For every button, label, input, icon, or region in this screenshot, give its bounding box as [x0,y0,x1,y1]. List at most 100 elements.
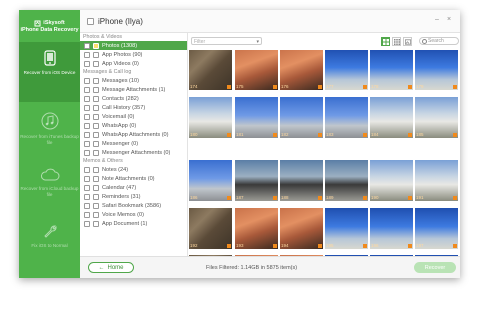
photo-checkbox[interactable] [363,133,367,137]
photo-thumbnail[interactable]: 194 [280,208,323,249]
recover-button[interactable]: Recover [414,262,456,273]
photo-thumbnail[interactable]: 188 [280,160,323,201]
category-checkbox[interactable] [84,193,90,200]
photo-thumbnail[interactable]: 196 [370,208,413,249]
photo-checkbox[interactable] [318,133,322,137]
photo-checkbox[interactable] [273,244,277,248]
category-checkbox[interactable] [84,60,90,67]
category-whatsapp-attachments[interactable]: WhatsApp Attachments (0) [80,130,187,139]
category-checkbox[interactable] [84,95,90,102]
category-message-attachments[interactable]: Message Attachments (1) [80,85,187,94]
large-thumbnail-view-button[interactable] [381,37,390,46]
photo-checkbox[interactable] [408,85,412,89]
category-checkbox[interactable] [84,149,90,156]
photo-checkbox[interactable] [227,196,231,200]
photo-checkbox[interactable] [318,244,322,248]
home-button[interactable]: ← Home [88,262,134,273]
category-whatsapp[interactable]: WhatsApp (0) [80,121,187,130]
category-messenger-attachments[interactable]: Messenger Attachments (0) [80,148,187,157]
photo-checkbox[interactable] [408,133,412,137]
category-photos[interactable]: Photos (1308) [80,41,187,50]
category-app-videos[interactable]: App Videos (0) [80,59,187,68]
photo-thumbnail[interactable]: 174 [189,50,232,90]
photo-thumbnail[interactable]: 184 [370,97,413,138]
category-checkbox[interactable] [84,211,90,218]
search-input[interactable]: Search [419,37,459,45]
category-notes[interactable]: Notes (24) [80,165,187,174]
mode-recover-icloud-backup[interactable]: Recover from iCloud backup file [19,160,80,220]
photo-checkbox[interactable] [318,85,322,89]
category-checkbox[interactable] [84,113,90,120]
category-checkbox[interactable] [84,140,90,147]
photo-thumbnail[interactable]: 181 [235,97,278,138]
photo-thumbnail[interactable]: 187 [235,160,278,201]
detail-view-button[interactable] [403,37,412,46]
category-app-photos[interactable]: App Photos (90) [80,50,187,59]
category-checkbox[interactable] [84,220,90,227]
photo-thumbnail[interactable]: 183 [325,97,368,138]
category-checkbox[interactable] [84,184,90,191]
photo-thumbnail[interactable]: 175 [235,50,278,90]
photo-checkbox[interactable] [318,196,322,200]
photo-checkbox[interactable] [453,133,457,137]
category-messenger[interactable]: Messenger (0) [80,139,187,148]
photo-checkbox[interactable] [363,196,367,200]
photo-checkbox[interactable] [273,85,277,89]
category-checkbox[interactable] [84,122,90,129]
category-voice-memos[interactable]: Voice Memos (0) [80,210,187,219]
category-checkbox[interactable] [84,86,90,93]
mode-fix-ios[interactable]: Fix iOS to Normal [19,215,80,275]
photo-checkbox[interactable] [363,244,367,248]
photo-checkbox[interactable] [453,196,457,200]
photo-thumbnail[interactable]: 189 [325,160,368,201]
category-checkbox[interactable] [84,42,90,49]
photo-thumbnail[interactable]: 197 [415,208,458,249]
photo-thumbnail[interactable]: 195 [325,208,368,249]
photo-checkbox[interactable] [408,244,412,248]
small-thumbnail-view-button[interactable] [392,37,401,46]
category-checkbox[interactable] [84,202,90,209]
photo-checkbox[interactable] [408,196,412,200]
category-note-attachments[interactable]: Note Attachments (0) [80,174,187,183]
category-checkbox[interactable] [84,77,90,84]
category-voicemail[interactable]: Voicemail (0) [80,112,187,121]
category-contacts[interactable]: Contacts (282) [80,94,187,103]
category-app-document[interactable]: App Document (1) [80,219,187,228]
photo-thumbnail[interactable]: 190 [370,160,413,201]
photo-checkbox[interactable] [363,85,367,89]
category-call-history[interactable]: Call History (357) [80,103,187,112]
category-reminders[interactable]: Reminders (31) [80,192,187,201]
select-all-checkbox[interactable] [87,17,94,25]
category-safari-bookmark[interactable]: Safari Bookmark (3586) [80,201,187,210]
category-checkbox[interactable] [84,175,90,182]
photo-checkbox[interactable] [227,244,231,248]
photo-thumbnail[interactable]: 176 [280,50,323,90]
minimize-button[interactable]: – [435,16,439,23]
photo-thumbnail[interactable]: 191 [415,160,458,201]
photo-thumbnail[interactable]: 178 [370,50,413,90]
photo-thumbnail[interactable]: 193 [235,208,278,249]
photo-thumbnail[interactable]: 177 [325,50,368,90]
photo-checkbox[interactable] [227,133,231,137]
category-checkbox[interactable] [84,104,90,111]
photo-thumbnail[interactable]: 179 [415,50,458,90]
photo-checkbox[interactable] [227,85,231,89]
photo-thumbnail[interactable]: 192 [189,208,232,249]
category-checkbox[interactable] [84,51,90,58]
mode-recover-itunes-backup[interactable]: Recover from iTunes backup file [19,104,80,164]
mode-recover-ios-device[interactable]: Recover from iOS Device [19,42,80,102]
photo-thumbnail[interactable]: 185 [415,97,458,138]
filter-dropdown[interactable]: Filter ▾ [191,37,262,45]
photo-checkbox[interactable] [453,244,457,248]
photo-thumbnail[interactable]: 180 [189,97,232,138]
photo-checkbox[interactable] [273,133,277,137]
category-messages[interactable]: Messages (10) [80,76,187,85]
photo-checkbox[interactable] [273,196,277,200]
category-calendar[interactable]: Calendar (47) [80,183,187,192]
close-button[interactable]: × [447,16,451,23]
photo-checkbox[interactable] [453,85,457,89]
photo-thumbnail[interactable]: 182 [280,97,323,138]
photo-thumbnail[interactable]: 186 [189,160,232,201]
category-checkbox[interactable] [84,131,90,138]
category-checkbox[interactable] [84,166,90,173]
